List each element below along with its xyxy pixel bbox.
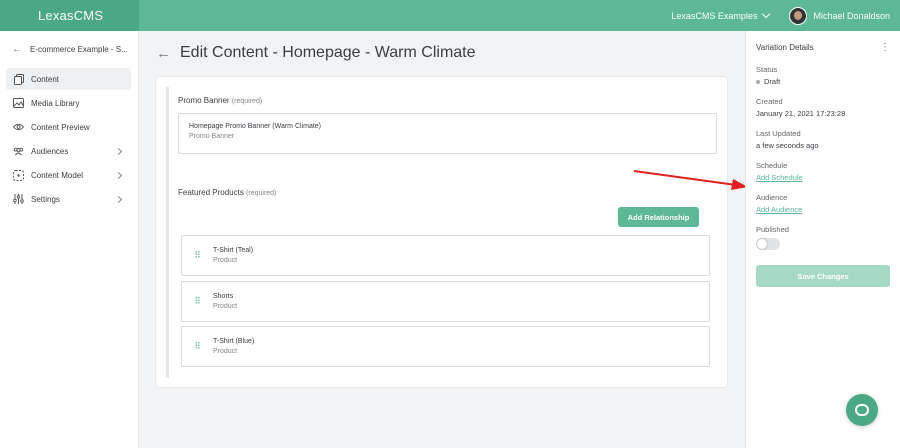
content-form-card: Promo Banner (required) Homepage Promo B…: [156, 77, 727, 387]
chat-bubble-icon: [855, 404, 869, 416]
published-toggle[interactable]: [756, 238, 780, 250]
project-back-label: E-commerce Example - S...: [30, 44, 128, 54]
add-relationship-button[interactable]: Add Relationship: [618, 207, 699, 227]
reference-title: Homepage Promo Banner (Warm Climate): [189, 123, 322, 130]
annotation-arrow: [633, 170, 748, 190]
product-name: T-Shirt (Teal): [213, 247, 254, 254]
product-type: Product: [213, 348, 238, 355]
chevron-down-icon: [762, 9, 771, 19]
sidebar-item-content-preview[interactable]: Content Preview: [6, 116, 131, 138]
drag-handle-icon[interactable]: ⠿: [182, 250, 212, 261]
top-bar: Lexas CMS LexasCMS Examples Michael Donal…: [0, 0, 900, 31]
sidebar-item-label: Content Preview: [31, 122, 90, 132]
back-arrow-icon[interactable]: ←: [156, 45, 171, 62]
project-name: LexasCMS Examples: [671, 10, 758, 21]
reference-type: Promo Banner: [189, 133, 235, 140]
avatar[interactable]: [789, 6, 808, 25]
panel-title: Variation Details: [756, 42, 814, 52]
sidebar-item-label: Content Model: [31, 170, 84, 180]
published-label: Published: [756, 225, 789, 234]
schedule-label: Schedule: [756, 161, 788, 170]
product-type: Product: [213, 257, 238, 264]
sidebar-item-label: Audiences: [31, 146, 69, 156]
sidebar-item-label: Content: [31, 74, 60, 84]
users-icon: [13, 146, 24, 157]
model-icon: [13, 169, 24, 181]
page-title: Edit Content - Homepage - Warm Climate: [180, 44, 476, 61]
sidebar-item-label: Media Library: [31, 98, 80, 108]
featured-products-section: Featured Products (required) Add Relatio…: [166, 179, 717, 378]
image-icon: [13, 98, 24, 109]
brand-name-b: CMS: [73, 8, 104, 23]
project-selector[interactable]: LexasCMS Examples: [671, 9, 771, 21]
arrow-left-icon: ←: [12, 43, 22, 55]
product-name: Shorts: [213, 293, 234, 300]
status-label: Status: [756, 65, 778, 74]
eye-icon: [13, 122, 24, 133]
promo-banner-label: Promo Banner (required): [169, 87, 717, 105]
status-badge: Draft: [756, 77, 890, 86]
sidebar-item-content[interactable]: Content: [6, 68, 131, 90]
created-label: Created: [756, 97, 783, 106]
brand-logo[interactable]: Lexas CMS: [0, 0, 139, 31]
status-value: Draft: [764, 77, 781, 86]
sidebar-item-label: Settings: [31, 194, 60, 204]
sidebar: ← E-commerce Example - S... Content Medi…: [0, 31, 139, 448]
required-tag: (required): [231, 98, 263, 105]
updated-value: a few seconds ago: [756, 141, 819, 150]
list-item[interactable]: ⠿ T-Shirt (Blue) Product: [181, 326, 710, 367]
sidebar-item-settings[interactable]: Settings: [6, 188, 131, 210]
list-item[interactable]: ⠿ Shorts Product: [181, 281, 710, 322]
field-label: Featured Products: [178, 188, 244, 197]
back-to-project[interactable]: ← E-commerce Example - S...: [0, 31, 138, 67]
promo-banner-reference[interactable]: Homepage Promo Banner (Warm Climate) Pro…: [178, 113, 717, 154]
chevron-right-icon: [114, 147, 123, 155]
user-name[interactable]: Michael Donaldson: [813, 11, 890, 21]
status-dot-icon: [756, 79, 760, 84]
product-name: T-Shirt (Blue): [213, 338, 255, 345]
sidebar-item-audiences[interactable]: Audiences: [6, 140, 131, 162]
sidebar-item-content-model[interactable]: Content Model: [6, 164, 131, 186]
updated-label: Last Updated: [756, 129, 801, 138]
product-type: Product: [213, 303, 238, 310]
sidebar-item-media-library[interactable]: Media Library: [6, 92, 131, 114]
save-changes-button[interactable]: Save Changes: [756, 265, 890, 287]
content-icon: [13, 73, 24, 85]
more-vertical-icon[interactable]: ⋮: [880, 42, 890, 53]
list-item[interactable]: ⠿ T-Shirt (Teal) Product: [181, 235, 710, 276]
brand-name-a: Lexas: [38, 8, 74, 23]
add-audience-link[interactable]: Add Audience: [756, 205, 890, 214]
required-tag: (required): [246, 190, 277, 197]
chevron-right-icon: [114, 195, 123, 203]
add-schedule-link[interactable]: Add Schedule: [756, 173, 890, 182]
drag-handle-icon[interactable]: ⠿: [182, 296, 212, 307]
chevron-right-icon: [114, 171, 123, 179]
created-value: January 21, 2021 17:23:28: [756, 109, 846, 118]
help-chat-button[interactable]: [846, 394, 878, 426]
sliders-icon: [13, 194, 24, 205]
main-content: ← Edit Content - Homepage - Warm Climate…: [139, 31, 745, 448]
field-label: Promo Banner: [178, 96, 230, 105]
audience-label: Audience: [756, 193, 788, 202]
variation-details-panel: Variation Details ⋮ Status Draft Created…: [745, 31, 900, 448]
drag-handle-icon[interactable]: ⠿: [182, 341, 212, 352]
